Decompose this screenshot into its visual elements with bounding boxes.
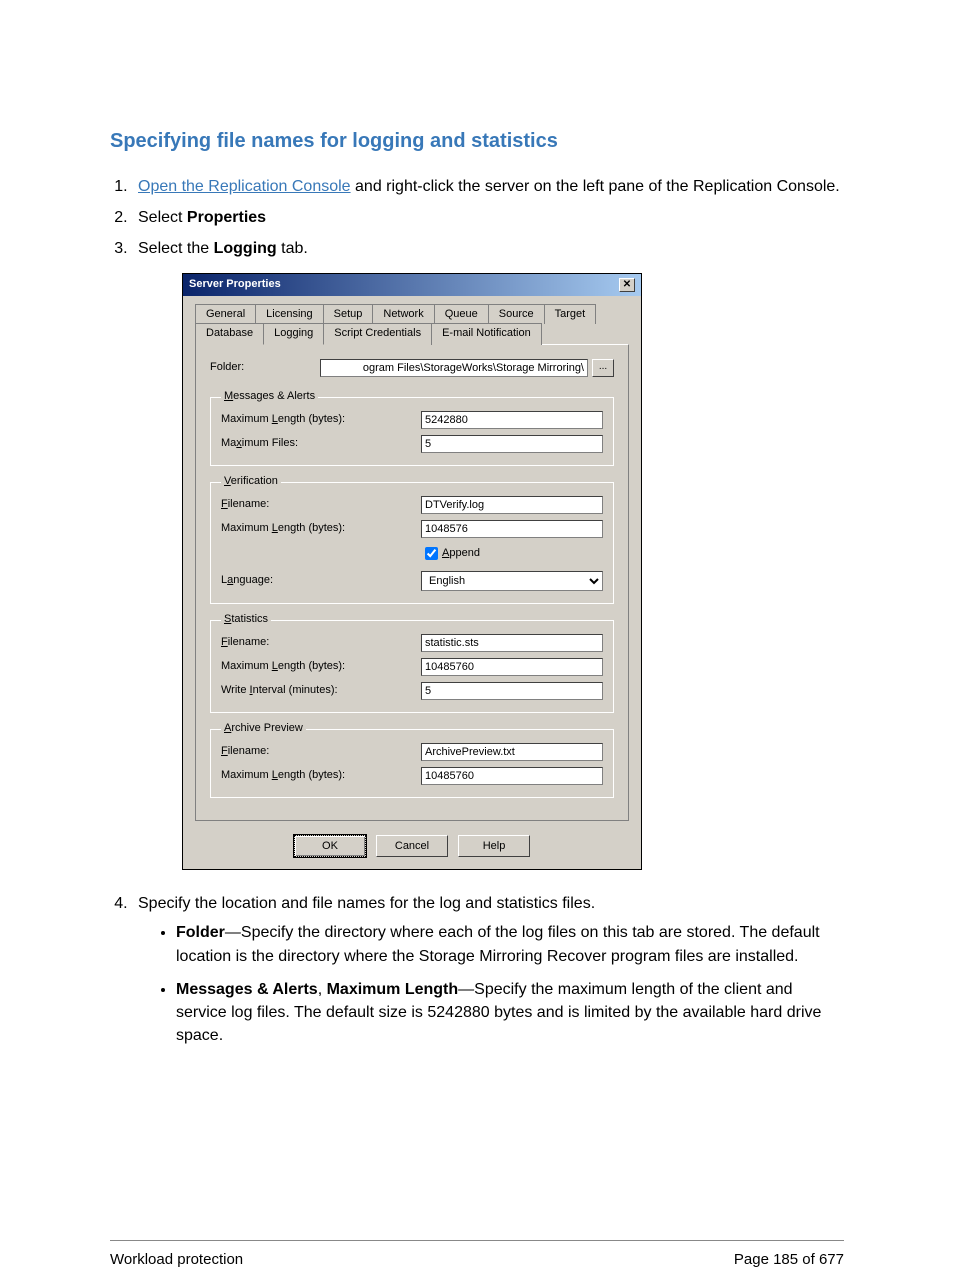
- tab-script-credentials[interactable]: Script Credentials: [323, 323, 432, 345]
- step-2-bold: Properties: [187, 209, 266, 226]
- statistics-group: Statistics Filename: Maximum Length (byt…: [210, 612, 614, 713]
- stat-filename-input[interactable]: [421, 634, 603, 652]
- ver-append-label: Append: [442, 546, 480, 562]
- dialog-body: General Licensing Setup Network Queue So…: [183, 296, 641, 870]
- tab-row-2: Database Logging Script Credentials E-ma…: [195, 323, 629, 345]
- stat-filename-label: Filename:: [221, 635, 421, 651]
- stat-maxlen-input[interactable]: [421, 658, 603, 676]
- messages-alerts-group: Messages & Alerts Maximum Length (bytes)…: [210, 389, 614, 466]
- folder-input[interactable]: [320, 359, 588, 377]
- tab-email-notification[interactable]: E-mail Notification: [431, 323, 542, 345]
- dialog-titlebar: Server Properties ✕: [183, 274, 641, 296]
- dialog-title: Server Properties: [189, 277, 281, 293]
- folder-label: Folder:: [210, 360, 320, 376]
- archive-preview-group: Archive Preview Filename: Maximum Length…: [210, 721, 614, 798]
- bullet-b2-sep: ,: [318, 981, 327, 998]
- browse-button[interactable]: ...: [592, 359, 614, 377]
- ver-filename-label: Filename:: [221, 497, 421, 513]
- page-footer: Workload protection Page 185 of 677: [110, 1240, 844, 1268]
- stat-maxlen-label: Maximum Length (bytes):: [221, 659, 421, 675]
- ver-filename-input[interactable]: [421, 496, 603, 514]
- archive-preview-legend: Archive Preview: [221, 721, 306, 737]
- dialog-button-row: OK Cancel Help: [195, 835, 629, 857]
- messages-alerts-legend: Messages & Alerts: [221, 389, 318, 405]
- steps-list: Open the Replication Console and right-c…: [132, 175, 844, 1047]
- bullet-folder-bold: Folder: [176, 924, 225, 941]
- tab-source[interactable]: Source: [488, 304, 545, 325]
- ver-append-checkbox[interactable]: [425, 547, 438, 560]
- footer-left: Workload protection: [110, 1251, 243, 1268]
- tab-setup[interactable]: Setup: [323, 304, 374, 325]
- step-3-bold: Logging: [214, 240, 277, 257]
- folder-row: Folder: ...: [210, 359, 614, 377]
- verification-legend: Verification: [221, 474, 281, 490]
- ok-button[interactable]: OK: [294, 835, 366, 857]
- ver-language-select[interactable]: English: [421, 571, 603, 591]
- verification-group: Verification Filename: Maximum Length (b…: [210, 474, 614, 604]
- close-icon[interactable]: ✕: [619, 278, 635, 292]
- step-3: Select the Logging tab. Server Propertie…: [132, 237, 844, 870]
- ma-maxlen-input[interactable]: [421, 411, 603, 429]
- step-1: Open the Replication Console and right-c…: [132, 175, 844, 198]
- bullet-b2-bold2: Maximum Length: [327, 981, 459, 998]
- ma-maxfiles-input[interactable]: [421, 435, 603, 453]
- tab-licensing[interactable]: Licensing: [255, 304, 323, 325]
- bullet-messages-maxlen: Messages & Alerts, Maximum Length—Specif…: [176, 978, 844, 1048]
- cancel-button[interactable]: Cancel: [376, 835, 448, 857]
- stat-writeint-label: Write Interval (minutes):: [221, 683, 421, 699]
- tab-row-1: General Licensing Setup Network Queue So…: [195, 304, 629, 325]
- step-4-bullets: Folder—Specify the directory where each …: [176, 921, 844, 1047]
- ver-maxlen-label: Maximum Length (bytes):: [221, 521, 421, 537]
- arch-filename-label: Filename:: [221, 744, 421, 760]
- arch-filename-input[interactable]: [421, 743, 603, 761]
- step-2-pre: Select: [138, 209, 187, 226]
- step-3-post: tab.: [277, 240, 308, 257]
- server-properties-dialog: Server Properties ✕ General Licensing Se…: [182, 273, 642, 871]
- arch-maxlen-input[interactable]: [421, 767, 603, 785]
- tab-target[interactable]: Target: [544, 304, 597, 325]
- step-4-text: Specify the location and file names for …: [138, 895, 595, 912]
- bullet-folder: Folder—Specify the directory where each …: [176, 921, 844, 967]
- footer-right: Page 185 of 677: [734, 1251, 844, 1268]
- step-2: Select Properties: [132, 206, 844, 229]
- ma-maxfiles-label: Maximum Files:: [221, 436, 421, 452]
- tab-logging[interactable]: Logging: [263, 323, 324, 345]
- step-4: Specify the location and file names for …: [132, 892, 844, 1047]
- page-heading: Specifying file names for logging and st…: [110, 130, 844, 153]
- ver-maxlen-input[interactable]: [421, 520, 603, 538]
- stat-writeint-input[interactable]: [421, 682, 603, 700]
- step-1-rest: and right-click the server on the left p…: [351, 178, 840, 195]
- logging-panel: Folder: ... Messages & Alerts Maximum Le…: [195, 344, 629, 821]
- help-button[interactable]: Help: [458, 835, 530, 857]
- ver-language-label: Language:: [221, 573, 421, 589]
- tab-database[interactable]: Database: [195, 323, 264, 345]
- bullet-folder-text: —Specify the directory where each of the…: [176, 924, 820, 964]
- statistics-legend: Statistics: [221, 612, 271, 628]
- open-replication-console-link[interactable]: Open the Replication Console: [138, 178, 351, 195]
- bullet-b2-bold1: Messages & Alerts: [176, 981, 318, 998]
- arch-maxlen-label: Maximum Length (bytes):: [221, 768, 421, 784]
- ma-maxlen-label: Maximum Length (bytes):: [221, 412, 421, 428]
- step-3-pre: Select the: [138, 240, 214, 257]
- tab-network[interactable]: Network: [372, 304, 434, 325]
- tab-queue[interactable]: Queue: [434, 304, 489, 325]
- tab-general[interactable]: General: [195, 304, 256, 325]
